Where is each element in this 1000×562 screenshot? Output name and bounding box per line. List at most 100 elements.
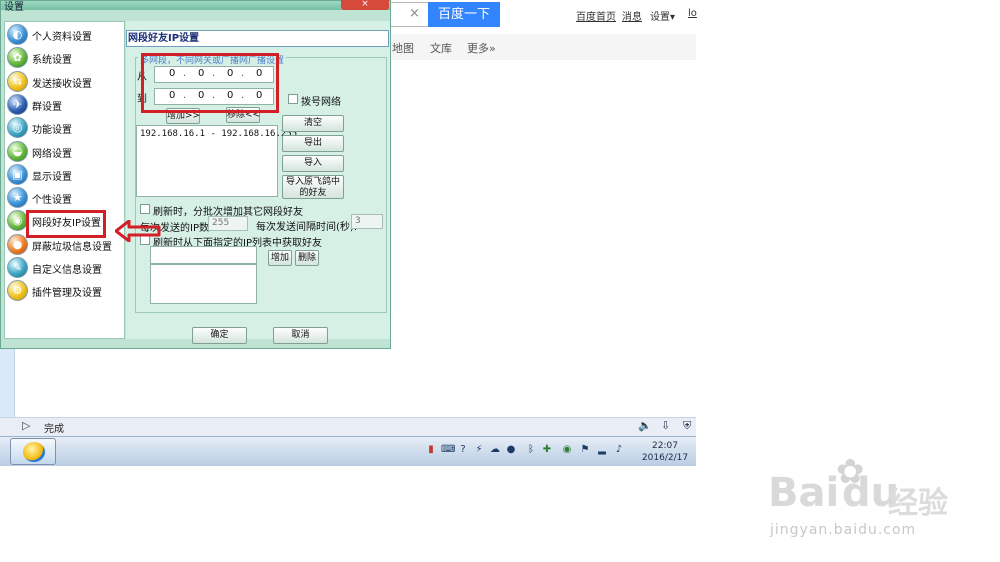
volume-icon[interactable]: 🔈 — [638, 419, 652, 432]
side-panel-edge — [0, 348, 15, 417]
settings-dialog: 设置 × ◐ 个人资料设置 ✿ 系统设置 ⇆ 发送接收设置 ✈ 群设置 ◎ 功能设置 ◒ 网络设置 ▣ 显… — [0, 0, 391, 349]
menu-item-label: 个人资料设置 — [32, 32, 92, 43]
clock[interactable]: 22:07 2016/2/17 — [638, 440, 692, 464]
ip-entry-input[interactable] — [150, 246, 257, 264]
tray-keyboard-icon[interactable]: ⌨ — [441, 444, 455, 457]
menu-item-label: 群设置 — [32, 101, 62, 113]
dial-network-checkbox[interactable] — [288, 94, 298, 104]
baidu-search-button[interactable]: 百度一下 — [428, 2, 500, 27]
import-feige-friends-button[interactable]: 导入原飞鸽中 的好友 — [282, 175, 344, 199]
feige-app-icon — [23, 442, 45, 462]
ok-button[interactable]: 确定 — [192, 327, 247, 344]
dialog-titlebar[interactable]: 设置 × — [1, 0, 390, 13]
menu-item-label: 网络设置 — [32, 148, 72, 160]
tray-speaker-icon[interactable]: ♪ — [613, 444, 625, 457]
menu-item-10[interactable]: ✎ 自定义信息设置 — [5, 256, 124, 279]
block-icon: ● — [7, 233, 28, 255]
dialog-close-button[interactable]: × — [341, 0, 389, 10]
network-icon: ◒ — [7, 140, 28, 162]
ip-range-list[interactable]: 192.168.16.1 - 192.168.16.255 — [136, 125, 297, 197]
tray-thunder-icon[interactable]: ⚡ — [473, 444, 485, 457]
clear-search-icon[interactable]: × — [409, 6, 420, 21]
link-login[interactable]: lo — [688, 8, 697, 19]
start-button[interactable] — [10, 438, 56, 465]
ip-entry-list[interactable] — [150, 264, 257, 304]
display-icon: ▣ — [7, 163, 28, 185]
group-icon: ✈ — [7, 93, 28, 115]
link-baidu-home[interactable]: 百度首页 — [576, 8, 616, 23]
import-feige-friends-line2: 的好友 — [299, 188, 327, 198]
tray-security-icon[interactable]: ✚ — [541, 444, 553, 457]
user-globe-icon: ◐ — [7, 24, 28, 45]
dialog-title: 设置 — [4, 2, 24, 13]
ip-range-item[interactable]: 192.168.16.1 - 192.168.16.255 — [140, 129, 297, 139]
gear-icon: ✿ — [7, 47, 28, 69]
menu-item-label: 屏蔽垃圾信息设置 — [32, 241, 112, 253]
star-icon: ★ — [7, 187, 28, 209]
menu-item-label: 自定义信息设置 — [32, 265, 102, 276]
menu-item-6[interactable]: ▣ 显示设置 — [5, 163, 124, 186]
screen: × 百度一下 百度首页 消息 设置▾ lo 地图 文库 更多» ▷ 完成 🔈 ⇩… — [0, 0, 1000, 562]
export-button[interactable]: 导出 — [282, 135, 344, 152]
tray-bluetooth-icon[interactable]: ᛒ — [525, 444, 537, 457]
menu-item-label: 发送接收设置 — [32, 78, 92, 90]
cancel-button[interactable]: 取消 — [273, 327, 328, 344]
clear-button[interactable]: 清空 — [282, 115, 344, 132]
search-input[interactable] — [388, 2, 428, 27]
nav-link-map[interactable]: 地图 — [392, 40, 414, 56]
menu-item-4[interactable]: ◎ 功能设置 — [5, 116, 124, 139]
per-send-input[interactable]: 255 — [208, 216, 248, 231]
menu-item-11[interactable]: ⚙ 插件管理及设置 — [5, 279, 124, 302]
status-text: 完成 — [44, 424, 64, 435]
nav-link-more[interactable]: 更多» — [467, 40, 496, 56]
nav-link-wenku[interactable]: 文库 — [430, 40, 452, 56]
tray-cloud-icon[interactable]: ☁ — [489, 444, 501, 457]
watermark-url: jingyan.baidu.com — [770, 522, 917, 538]
tray-help-icon[interactable]: ? — [457, 444, 469, 457]
play-icon[interactable]: ▷ — [22, 419, 30, 432]
menu-item-label: 个性设置 — [32, 195, 72, 207]
batch-refresh-checkbox[interactable] — [140, 204, 150, 214]
watermark-logo-bai: Bai — [768, 470, 840, 516]
menu-item-7[interactable]: ★ 个性设置 — [5, 186, 124, 209]
interval-label: 每次发送间隔时间(秒): — [256, 222, 358, 233]
menu-item-5[interactable]: ◒ 网络设置 — [5, 140, 124, 163]
tray-wechat-icon[interactable]: ◉ — [561, 444, 573, 457]
tray-office-icon[interactable]: ▮ — [425, 444, 437, 457]
interval-input[interactable]: 3 — [351, 214, 383, 229]
shield-icon[interactable]: ⛨ — [683, 419, 691, 433]
add-ip-button[interactable]: 增加 — [268, 250, 292, 266]
delete-ip-button[interactable]: 删除 — [295, 250, 319, 266]
taskbar: ▮ ⌨ ? ⚡ ☁ ● ᛒ ✚ ◉ ⚑ ▂ ♪ 22:07 2016/2/17 — [0, 436, 696, 466]
custom-info-icon: ✎ — [7, 257, 28, 278]
function-icon: ◎ — [7, 117, 28, 139]
menu-item-2[interactable]: ⇆ 发送接收设置 — [5, 70, 124, 93]
menu-item-label: 系统设置 — [32, 55, 72, 67]
menu-item-3[interactable]: ✈ 群设置 — [5, 93, 124, 116]
clock-time: 22:07 — [652, 441, 678, 451]
link-messages[interactable]: 消息 — [622, 8, 642, 23]
tray-signal-icon[interactable]: ▂ — [596, 444, 608, 457]
menu-item-label: 显示设置 — [32, 171, 72, 183]
dial-network-label: 拨号网络 — [301, 97, 341, 108]
annotation-box-ip-range — [141, 53, 279, 113]
page-body — [388, 60, 696, 417]
panel-title: 网段好友IP设置 — [126, 30, 389, 47]
ip-segment-icon: ◉ — [7, 210, 28, 232]
link-settings[interactable]: 设置▾ — [650, 8, 675, 23]
watermark-site: 经验 — [888, 486, 948, 521]
transfer-icon: ⇆ — [7, 70, 28, 92]
menu-item-0[interactable]: ◐ 个人资料设置 — [5, 23, 124, 46]
status-bar: ▷ 完成 🔈 ⇩ ⛨ — [0, 417, 696, 436]
menu-item-1[interactable]: ✿ 系统设置 — [5, 46, 124, 69]
tray-flag-icon[interactable]: ⚑ — [579, 444, 591, 457]
plugin-icon: ⚙ — [7, 280, 28, 302]
import-feige-friends-line1: 导入原飞鸽中 — [285, 177, 340, 187]
menu-item-label: 功能设置 — [32, 125, 72, 137]
annotation-arrow-icon — [115, 220, 161, 242]
tray-qq-icon[interactable]: ● — [505, 444, 517, 457]
download-icon[interactable]: ⇩ — [661, 419, 670, 432]
annotation-box-menu-item — [26, 210, 106, 238]
menu-item-label: 插件管理及设置 — [32, 288, 102, 300]
import-button[interactable]: 导入 — [282, 155, 344, 172]
